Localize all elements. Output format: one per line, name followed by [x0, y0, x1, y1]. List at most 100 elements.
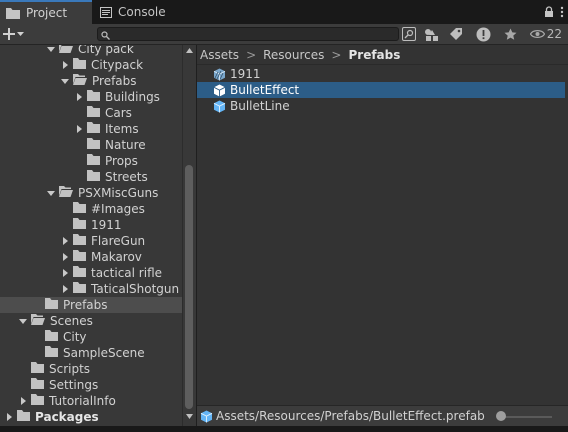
asset-item-bulleteffect[interactable]: BulletEffect	[197, 82, 565, 98]
tree-item[interactable]: SampleScene	[0, 345, 196, 361]
breadcrumb: Assets > Resources > Prefabs	[197, 45, 568, 65]
filter-by-label-button[interactable]	[446, 26, 466, 42]
tree-item[interactable]: TaticalShotgun	[0, 281, 196, 297]
folder-icon	[45, 330, 58, 344]
search-box[interactable]	[97, 27, 399, 41]
tree-item[interactable]: PSXMiscGuns	[0, 185, 196, 201]
folder-icon	[73, 58, 86, 72]
folder-icon	[31, 394, 44, 408]
folder-icon	[87, 170, 100, 184]
expand-arrow-closed-icon[interactable]	[4, 412, 14, 422]
tree-item[interactable]: Prefabs	[0, 297, 196, 313]
breadcrumb-assets[interactable]: Assets	[200, 48, 239, 62]
tree-item[interactable]: Streets	[0, 169, 196, 185]
tree-item[interactable]: Scenes	[0, 313, 196, 329]
scroll-up-arrow-icon[interactable]	[186, 48, 193, 53]
prefab-icon	[213, 100, 226, 112]
expand-arrow-open-icon[interactable]	[46, 188, 56, 198]
breadcrumb-separator: >	[246, 47, 257, 62]
tree-item[interactable]: 1911	[0, 217, 196, 233]
tree-item[interactable]: Buildings	[0, 89, 196, 105]
tree-item[interactable]: Props	[0, 153, 196, 169]
folder-icon	[73, 266, 86, 280]
tree-item-label: 1911	[91, 218, 122, 232]
favorites-button[interactable]	[500, 26, 520, 42]
tree-item-label: FlareGun	[91, 234, 146, 248]
eye-icon	[529, 30, 545, 38]
scroll-down-arrow-icon[interactable]	[186, 414, 193, 419]
icon-size-slider-track[interactable]	[502, 416, 552, 418]
expand-arrow-open-icon[interactable]	[46, 45, 56, 54]
breadcrumb-prefabs[interactable]: Prefabs	[348, 48, 400, 62]
expand-arrow-closed-icon[interactable]	[60, 284, 70, 294]
folder-tree-panel: City pack Citypack Prefabs Buildings Cars Ite…	[0, 45, 196, 426]
expand-arrow-closed-icon[interactable]	[60, 236, 70, 246]
tree-item[interactable]: City pack	[0, 45, 196, 57]
tree-item[interactable]: Items	[0, 121, 196, 137]
tree-item-label: Packages	[35, 410, 99, 424]
filter-by-type-button[interactable]	[421, 26, 441, 42]
asset-label: BulletEffect	[230, 83, 300, 97]
tree-item[interactable]: Settings	[0, 377, 196, 393]
tab-controls	[544, 0, 564, 24]
tree-item-label: Items	[105, 122, 139, 136]
tree-scrollbar-thumb[interactable]	[185, 165, 193, 409]
tree-item[interactable]: Scripts	[0, 361, 196, 377]
expand-arrow-closed-icon[interactable]	[60, 60, 70, 70]
search-input[interactable]	[112, 28, 392, 40]
lock-icon[interactable]	[544, 6, 554, 18]
folder-icon	[17, 410, 30, 424]
star-icon	[504, 28, 516, 40]
expand-arrow-closed-icon[interactable]	[18, 396, 28, 406]
tree-item[interactable]: City	[0, 329, 196, 345]
tree-item[interactable]: Packages	[0, 409, 186, 425]
tree-item-label: Cars	[105, 106, 132, 120]
breadcrumb-resources[interactable]: Resources	[263, 48, 324, 62]
folder-open-icon	[73, 74, 87, 88]
create-button[interactable]	[3, 26, 29, 42]
expand-arrow-closed-icon[interactable]	[74, 92, 84, 102]
icon-size-slider-handle[interactable]	[496, 411, 506, 421]
log-filter-button[interactable]	[473, 26, 493, 42]
asset-item-1911[interactable]: 1911	[197, 66, 565, 82]
tree-item[interactable]: Cars	[0, 105, 196, 121]
asset-panel: Assets > Resources > Prefabs 1911 Bullet…	[197, 45, 568, 426]
search-by-scene-button[interactable]	[399, 26, 419, 42]
tab-console[interactable]: Console	[94, 0, 176, 24]
folder-icon	[31, 378, 44, 392]
tree-item[interactable]: Prefabs	[0, 73, 196, 89]
tree-item[interactable]: tactical rifle	[0, 265, 196, 281]
warning-icon	[476, 27, 490, 41]
tree-item[interactable]: Citypack	[0, 57, 196, 73]
folder-icon	[87, 106, 100, 120]
asset-item-bulletline[interactable]: BulletLine	[197, 98, 565, 114]
expand-arrow-open-icon[interactable]	[18, 316, 28, 326]
tree-item-label: tactical rifle	[91, 266, 163, 280]
tree-item-label: Props	[105, 154, 138, 168]
expand-arrow-closed-icon[interactable]	[60, 268, 70, 278]
hidden-packages-toggle[interactable]: 22	[529, 26, 562, 42]
folder-icon	[73, 250, 86, 264]
asset-label: 1911	[230, 67, 261, 81]
tab-project[interactable]: Project	[0, 0, 92, 24]
search-scene-icon	[402, 27, 416, 41]
tree-item[interactable]: FlareGun	[0, 233, 196, 249]
tree-item-label: Prefabs	[63, 298, 108, 312]
tree-scrollbar[interactable]	[182, 45, 196, 426]
tree-item[interactable]: Makarov	[0, 249, 196, 265]
tree-item[interactable]: TutorialInfo	[0, 393, 196, 409]
expand-arrow-closed-icon[interactable]	[60, 252, 70, 262]
tree-item[interactable]: #Images	[0, 201, 196, 217]
tree-item-label: Prefabs	[92, 74, 137, 88]
dropdown-arrow-icon	[17, 32, 24, 36]
tree-item[interactable]: Nature	[0, 137, 196, 153]
expand-arrow-closed-icon[interactable]	[74, 124, 84, 134]
folder-icon	[73, 234, 86, 248]
more-options-icon[interactable]	[560, 6, 564, 18]
folder-icon	[45, 346, 58, 360]
expand-arrow-open-icon[interactable]	[60, 76, 70, 86]
